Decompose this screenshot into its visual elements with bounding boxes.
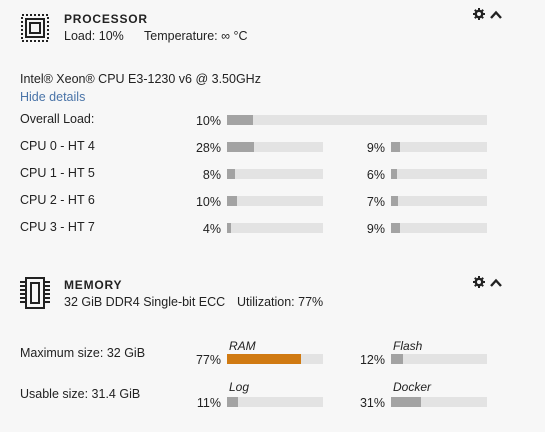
processor-load: Load: 10% — [64, 29, 124, 43]
core-a-percent: 8% — [202, 168, 221, 182]
memory-bar-fill — [391, 397, 421, 407]
hide-details-link[interactable]: Hide details — [20, 90, 85, 104]
core-a-bar — [227, 196, 323, 206]
memory-bar-fill — [227, 354, 301, 364]
memory-summary: 32 GiB DDR4 Single-bit ECC — [64, 295, 226, 309]
memory-bar-name: Docker — [393, 380, 432, 394]
memory-bar-name: Log — [229, 380, 250, 394]
core-b-bar-fill — [391, 223, 400, 233]
overall-load-bar — [227, 115, 487, 125]
gear-icon[interactable] — [473, 8, 485, 23]
core-b-bar-fill — [391, 169, 397, 179]
memory-bar-percent: 11% — [196, 396, 221, 410]
core-label: CPU 2 - HT 6 — [20, 193, 95, 207]
core-a-bar-fill — [227, 196, 237, 206]
memory-bar-percent: 12% — [359, 353, 385, 367]
core-a-bar-fill — [227, 169, 235, 179]
core-b-bar-fill — [391, 196, 398, 206]
core-b-bar-fill — [391, 142, 400, 152]
memory-utilization: Utilization: 77% — [237, 295, 324, 309]
memory-bar-name: Flash — [393, 339, 423, 353]
memory-bar-name: RAM — [229, 339, 256, 353]
memory-bar — [391, 354, 487, 364]
core-label: CPU 3 - HT 7 — [20, 220, 95, 234]
core-a-bar — [227, 169, 323, 179]
core-a-bar-fill — [227, 142, 254, 152]
processor-title: PROCESSOR — [64, 12, 148, 26]
chevron-up-icon[interactable] — [490, 9, 502, 23]
cpu-chip-icon — [20, 13, 50, 43]
core-a-bar-fill — [227, 223, 231, 233]
memory-bar-fill — [227, 397, 238, 407]
processor-temperature: Temperature: ∞ °C — [144, 29, 248, 43]
processor-model: Intel® Xeon® CPU E3-1230 v6 @ 3.50GHz — [20, 72, 261, 86]
overall-load-percent: 10% — [195, 114, 221, 128]
core-a-percent: 4% — [202, 222, 221, 236]
memory-bar-fill — [391, 354, 403, 364]
memory-bar — [227, 354, 323, 364]
memory-usable-size: Usable size: 31.4 GiB — [20, 387, 141, 401]
core-b-percent: 9% — [366, 222, 385, 236]
chevron-up-icon[interactable] — [490, 277, 502, 291]
memory-bar — [391, 397, 487, 407]
core-a-percent: 28% — [195, 141, 221, 155]
core-b-bar — [391, 142, 487, 152]
memory-module-icon — [20, 276, 50, 310]
memory-bar-percent: 31% — [359, 396, 385, 410]
memory-bar-percent: 77% — [195, 353, 221, 367]
core-b-bar — [391, 196, 487, 206]
core-b-bar — [391, 169, 487, 179]
gear-icon[interactable] — [473, 276, 485, 291]
memory-title: MEMORY — [64, 278, 123, 292]
core-a-bar — [227, 223, 323, 233]
core-b-percent: 7% — [366, 195, 385, 209]
core-b-bar — [391, 223, 487, 233]
core-a-percent: 10% — [195, 195, 221, 209]
memory-max-size: Maximum size: 32 GiB — [20, 346, 146, 360]
core-b-percent: 6% — [366, 168, 385, 182]
core-b-percent: 9% — [366, 141, 385, 155]
memory-bar — [227, 397, 323, 407]
core-label: CPU 1 - HT 5 — [20, 166, 95, 180]
core-label: CPU 0 - HT 4 — [20, 139, 95, 153]
core-a-bar — [227, 142, 323, 152]
overall-load-bar-fill — [227, 115, 253, 125]
overall-load-label: Overall Load: — [20, 112, 95, 126]
